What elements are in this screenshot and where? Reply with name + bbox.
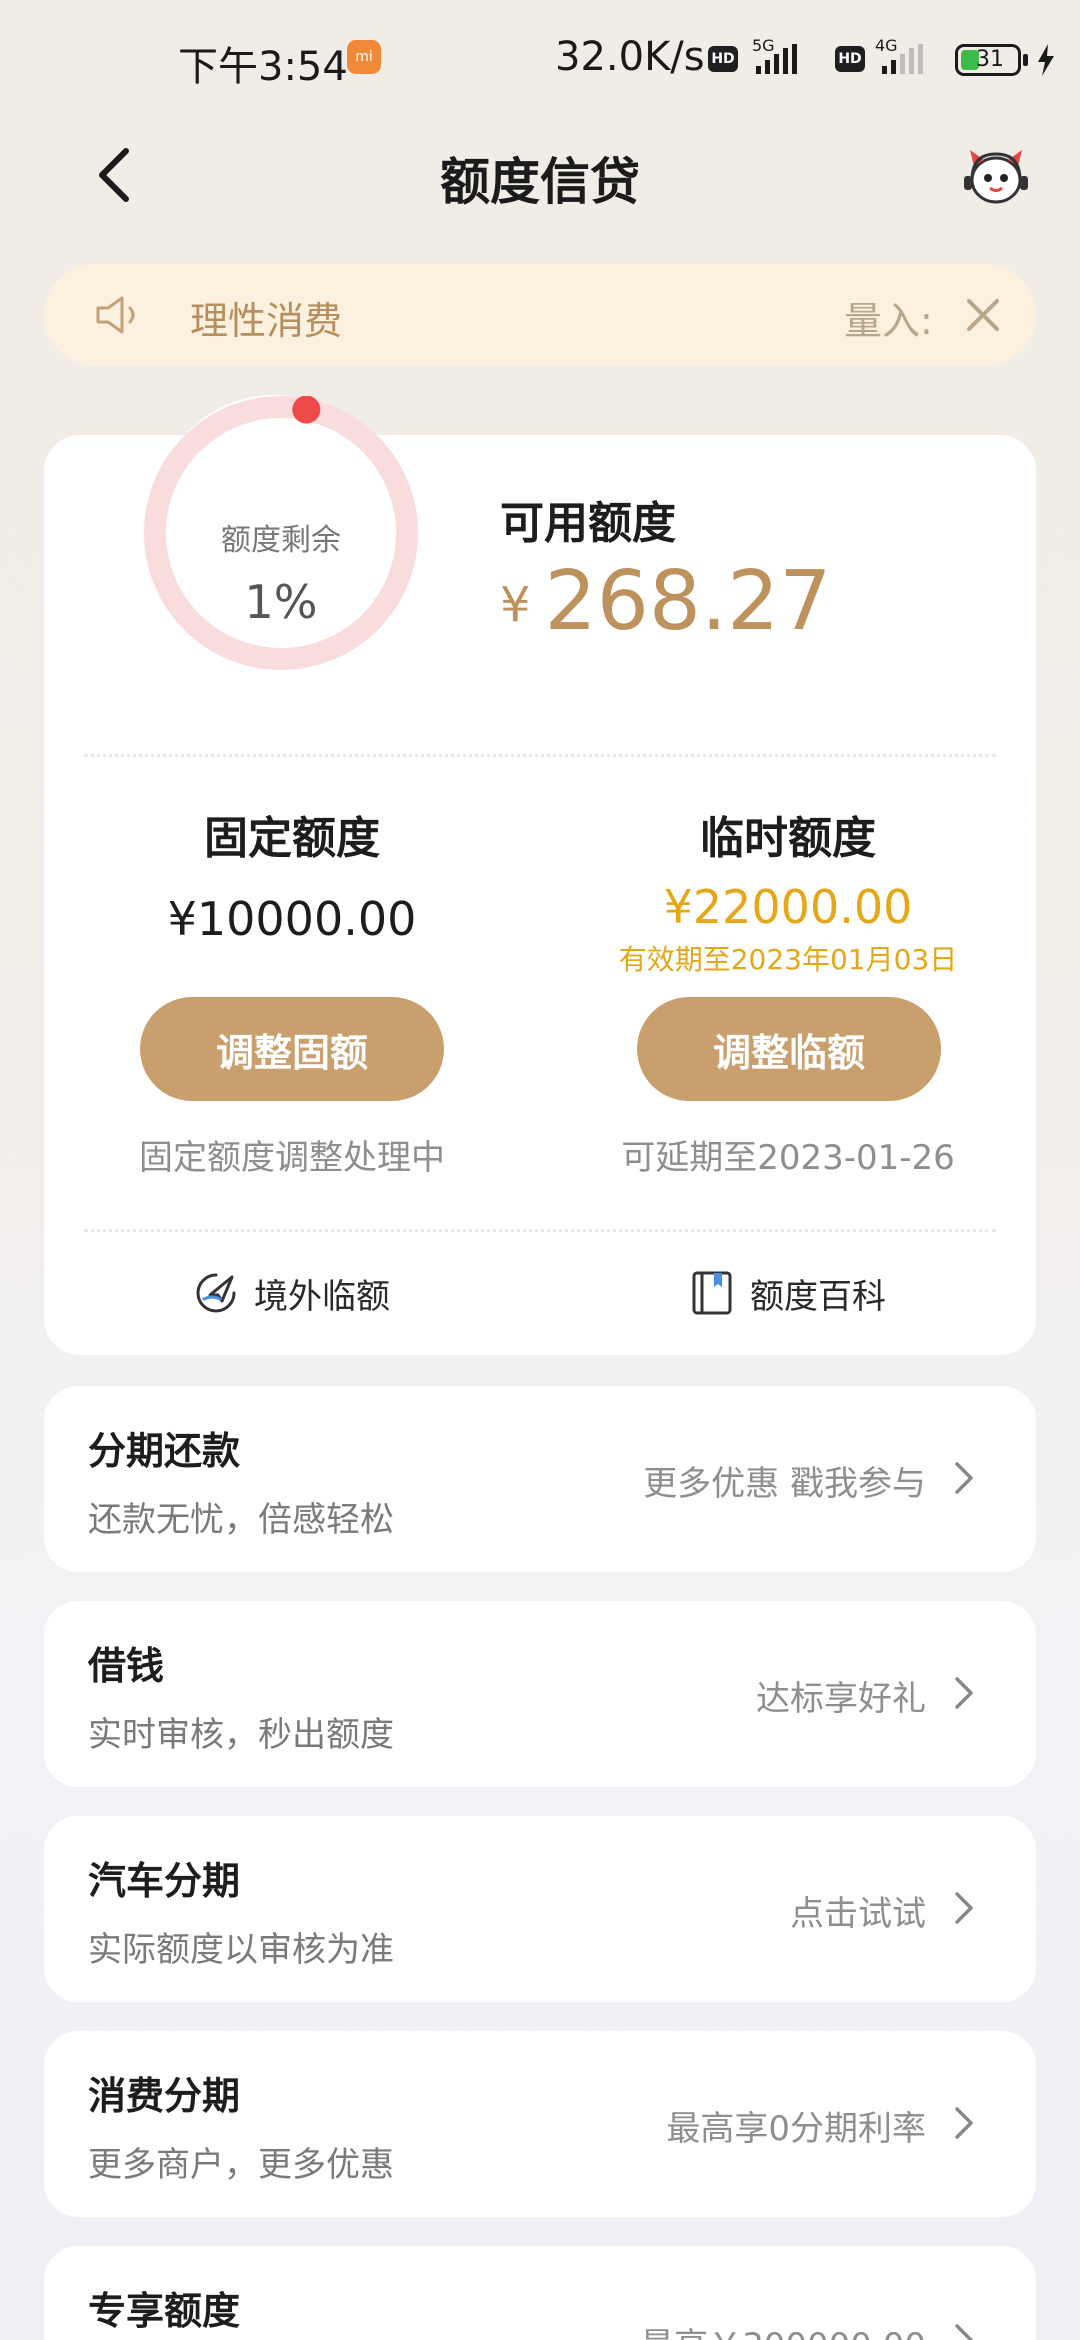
fixed-quota-note: 固定额度调整处理中 — [139, 1138, 445, 1178]
app-notification-icon: mi — [347, 40, 381, 74]
chevron-right-icon — [955, 1892, 973, 1924]
network-speed: 32.0K/s — [555, 34, 705, 80]
hd-icon: HD — [708, 46, 738, 72]
battery-level: 31 — [976, 47, 1004, 72]
product-item-borrow[interactable]: 借钱 实时审核，秒出额度 达标享好礼 — [44, 1601, 1036, 1787]
back-button[interactable] — [78, 140, 148, 210]
notice-bar[interactable]: 理性消费 量入: — [44, 264, 1036, 366]
product-subtitle: 还款无忧，倍感轻松 — [88, 1500, 394, 1540]
temporary-quota-title: 临时额度 — [700, 813, 876, 864]
ring-label: 额度剩余 — [221, 523, 341, 558]
signal-strength-icon-2 — [882, 44, 923, 74]
header: 额度信贷 — [0, 120, 1080, 240]
charging-icon — [1038, 44, 1054, 76]
speaker-icon — [96, 296, 135, 334]
currency-symbol: ¥ — [500, 577, 531, 633]
product-title: 借钱 — [88, 1644, 165, 1688]
status-bar: 下午3:54 mi 32.0K/s HD 5G HD 4G 31 — [0, 0, 1080, 120]
product-item-exclusive-quota[interactable]: 专享额度 最高￥300000.00 — [44, 2246, 1036, 2340]
product-promo: 最高享0分期利率 — [666, 2109, 926, 2149]
product-promo: 点击试试 — [790, 1894, 926, 1934]
available-credit-label: 可用额度 — [500, 498, 676, 549]
adjust-temporary-quota-button[interactable]: 调整临额 — [637, 997, 941, 1101]
product-subtitle: 实时审核，秒出额度 — [88, 1715, 394, 1755]
ring-progress-dot — [292, 396, 321, 424]
page-title: 额度信贷 — [440, 153, 640, 211]
temporary-quota-amount: ¥22000.00 — [663, 880, 913, 934]
product-item-installment-repayment[interactable]: 分期还款 还款无忧，倍感轻松 更多优惠 戳我参与 — [44, 1386, 1036, 1572]
temporary-quota: 临时额度 ¥22000.00 有效期至2023年01月03日 — [540, 802, 1036, 978]
overseas-temp-quota-link[interactable]: 境外临额 — [192, 1265, 390, 1321]
fixed-quota-title: 固定额度 — [204, 813, 380, 864]
fixed-quota-amount: ¥10000.00 — [167, 892, 417, 946]
chevron-right-icon — [955, 1462, 973, 1494]
credit-summary-card: 额度剩余 1% 可用额度 ¥268.27 固定额度 ¥10000.00 调整固额… — [44, 395, 1036, 1355]
chevron-right-icon — [955, 1677, 973, 1709]
product-title: 汽车分期 — [88, 1859, 241, 1903]
notice-text: 理性消费 — [190, 299, 343, 343]
divider-2 — [84, 1229, 996, 1232]
product-promo: 达标享好礼 — [756, 1679, 926, 1719]
book-icon — [692, 1271, 732, 1315]
product-subtitle: 更多商户，更多优惠 — [88, 2145, 394, 2185]
product-item-car-installment[interactable]: 汽车分期 实际额度以审核为准 点击试试 — [44, 1816, 1036, 2002]
product-promo: 最高￥300000.00 — [640, 2318, 926, 2340]
notice-close-button[interactable] — [954, 286, 1012, 344]
temporary-quota-note: 可延期至2023-01-26 — [621, 1138, 955, 1178]
available-amount-value: 268.27 — [544, 554, 832, 649]
product-item-consumer-installment[interactable]: 消费分期 更多商户，更多优惠 最高享0分期利率 — [44, 2031, 1036, 2217]
plane-globe-icon — [196, 1273, 236, 1313]
overseas-temp-quota-label: 境外临额 — [254, 1276, 390, 1317]
battery-icon: 31 — [955, 44, 1021, 76]
product-subtitle: 实际额度以审核为准 — [88, 1930, 394, 1970]
chevron-right-icon — [955, 2107, 973, 2139]
close-icon — [967, 299, 999, 331]
back-arrow-icon — [99, 148, 129, 202]
fixed-quota: 固定额度 ¥10000.00 — [44, 802, 540, 946]
product-promo: 更多优惠 戳我参与 — [643, 1464, 926, 1504]
product-title: 专享额度 — [88, 2289, 241, 2333]
adjust-fixed-quota-button[interactable]: 调整固额 — [140, 997, 444, 1101]
quota-encyclopedia-link[interactable]: 额度百科 — [688, 1265, 886, 1321]
battery-cap — [1023, 54, 1028, 66]
divider — [84, 754, 996, 757]
customer-service-icon[interactable] — [960, 140, 1032, 212]
ring-percent: 1% — [244, 575, 318, 629]
product-title: 分期还款 — [88, 1429, 241, 1473]
signal-strength-icon — [756, 44, 797, 74]
temporary-quota-expiry: 有效期至2023年01月03日 — [618, 943, 958, 976]
quota-encyclopedia-label: 额度百科 — [750, 1276, 886, 1317]
chevron-right-icon — [955, 2324, 973, 2340]
hd-icon-2: HD — [835, 46, 865, 72]
available-credit-amount: ¥268.27 — [500, 561, 831, 643]
product-title: 消费分期 — [88, 2074, 241, 2118]
status-time: 下午3:54 — [178, 44, 348, 90]
